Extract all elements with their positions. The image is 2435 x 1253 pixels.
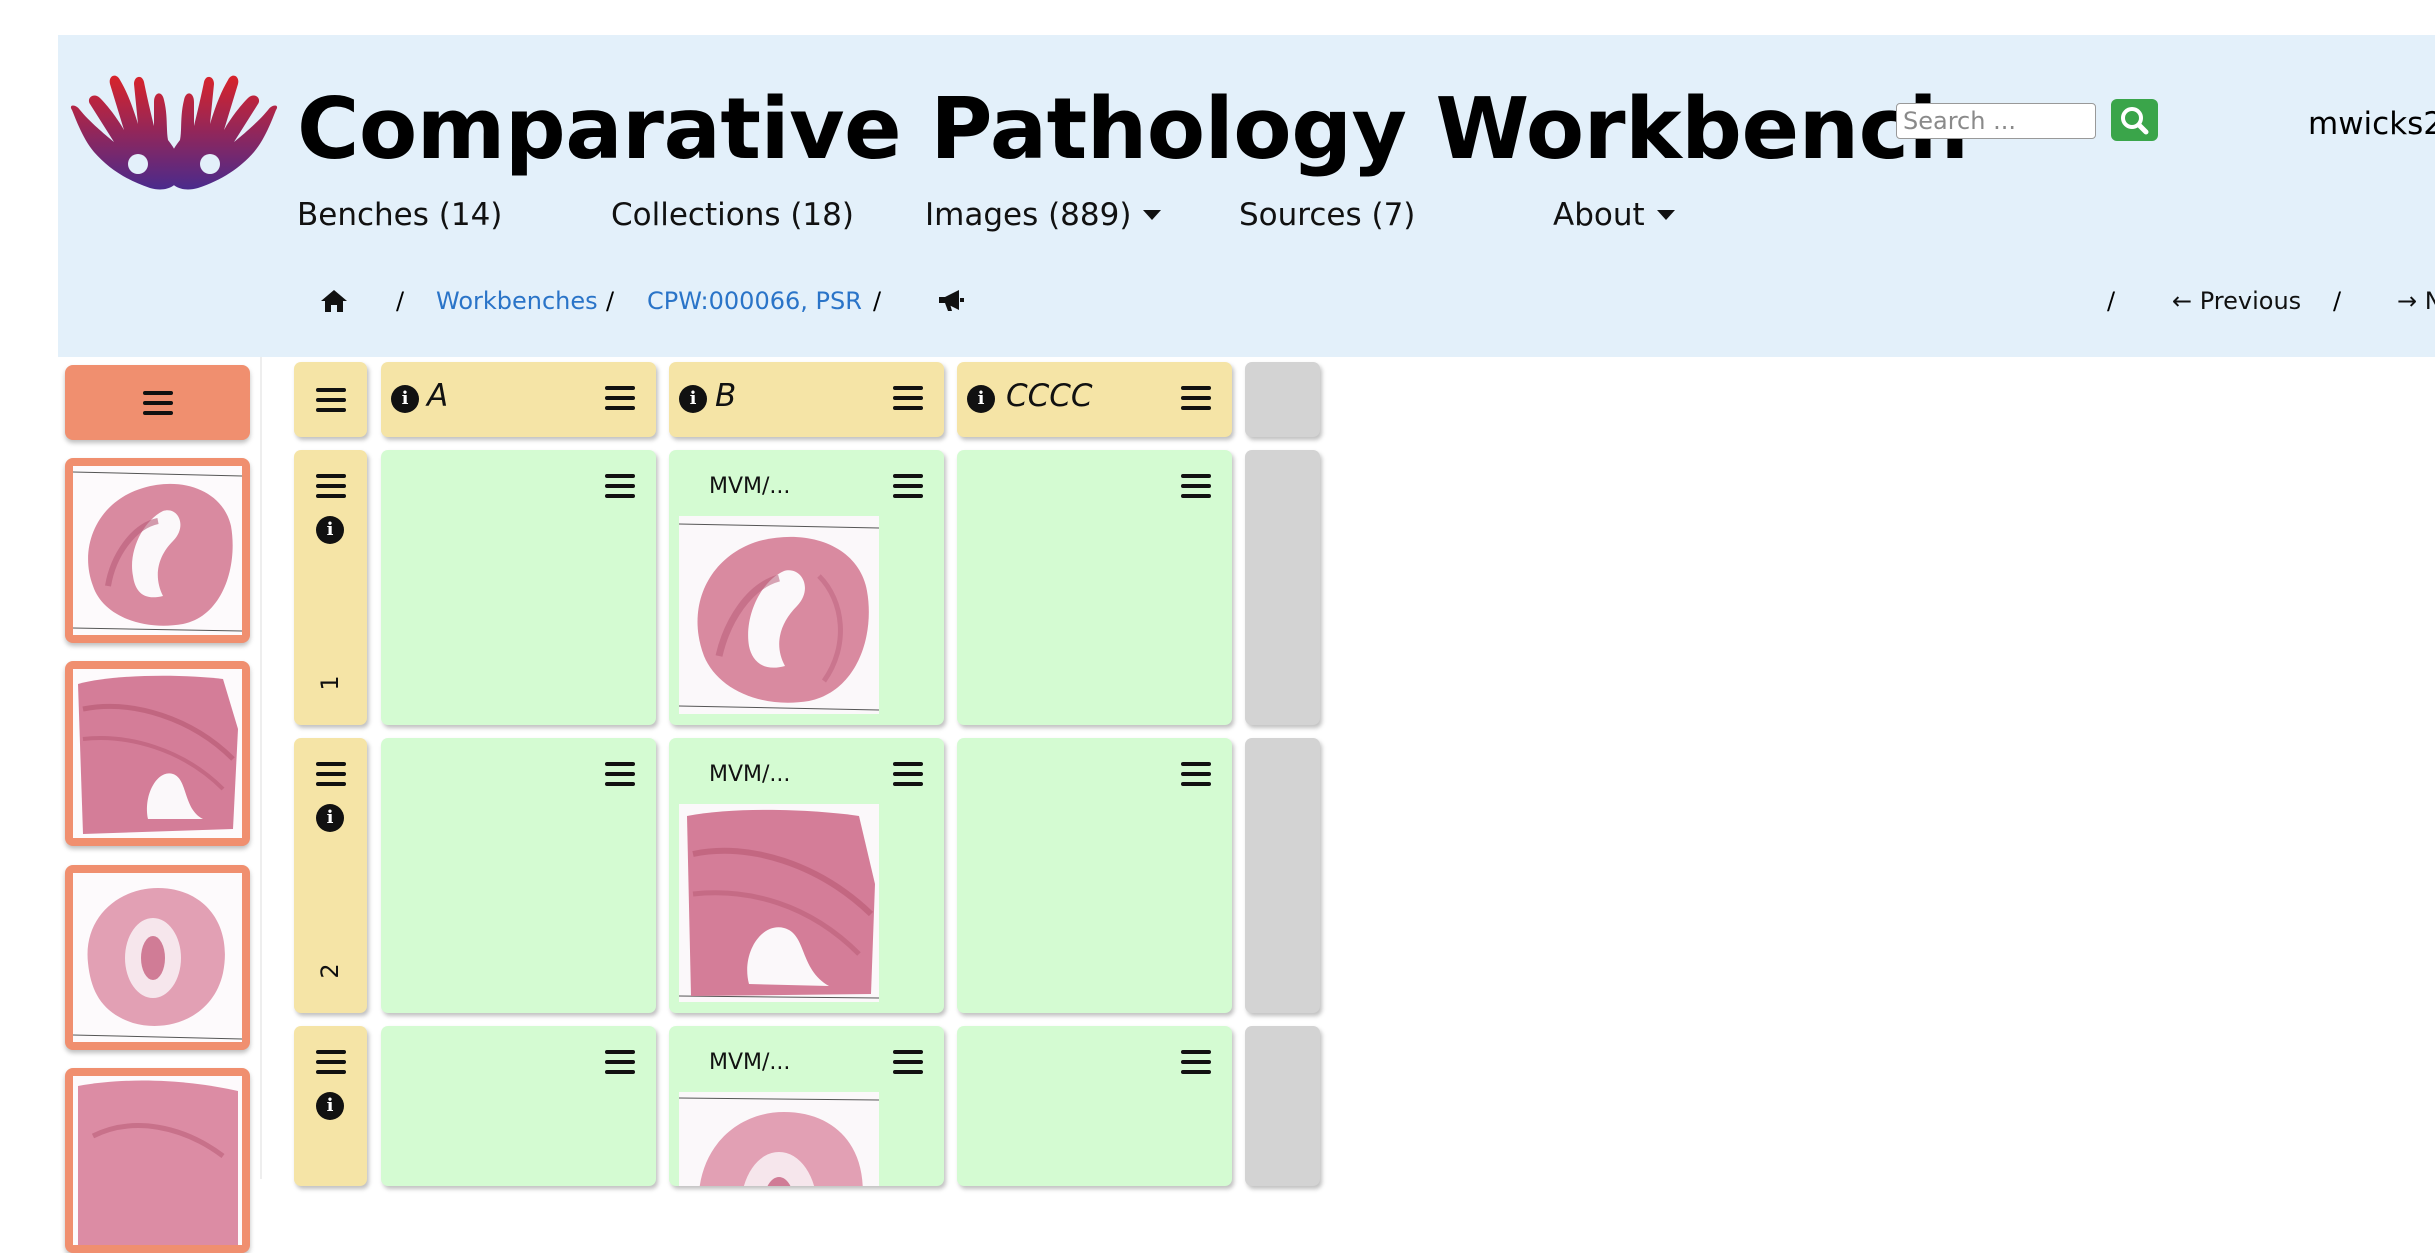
menu-icon[interactable] [893, 474, 923, 498]
row-header-cell[interactable]: i [294, 1026, 367, 1186]
nav-images[interactable]: Images (889) [925, 197, 1162, 233]
add-column-cell[interactable] [1245, 738, 1320, 1013]
grid-cell-empty[interactable] [957, 1026, 1232, 1186]
column-header-cell[interactable]: i B [669, 362, 944, 437]
menu-icon[interactable] [1181, 1050, 1211, 1074]
column-header-cell[interactable]: i CCCC [957, 362, 1232, 437]
row-label: 1 [316, 675, 344, 691]
menu-icon[interactable] [1181, 386, 1211, 410]
home-icon[interactable] [320, 288, 348, 314]
sidebar-thumbnail[interactable] [65, 1068, 250, 1253]
info-icon[interactable]: i [316, 516, 344, 544]
grid-cell-empty[interactable] [957, 450, 1232, 725]
sidebar-thumbnail[interactable] [65, 661, 250, 846]
breadcrumb-separator: / [873, 287, 882, 315]
sidebar-menu-header[interactable] [65, 365, 250, 440]
column-label: A [427, 378, 449, 414]
add-column-cell[interactable] [1245, 450, 1320, 725]
bullhorn-icon[interactable] [937, 289, 965, 313]
grid-corner-cell[interactable] [294, 362, 367, 437]
app-title[interactable]: Comparative Pathology Workbench [297, 80, 1969, 180]
logo-hands-icon[interactable] [64, 70, 284, 202]
tissue-image[interactable] [679, 1092, 879, 1186]
menu-icon[interactable] [316, 474, 346, 498]
tissue-slide-image [679, 809, 879, 999]
breadcrumb-separator: / [606, 287, 615, 315]
row-header-cell[interactable]: i 1 [294, 450, 367, 725]
previous-link[interactable]: ← Previous [2172, 287, 2301, 315]
next-link[interactable]: → N [2397, 287, 2435, 315]
tissue-slide-image [679, 523, 879, 711]
breadcrumb-bench[interactable]: CPW:000066, PSR [647, 287, 862, 315]
search-button[interactable] [2111, 99, 2158, 141]
breadcrumb-separator: / [2107, 287, 2116, 315]
breadcrumb-separator: / [396, 287, 405, 315]
grid-cell-image[interactable]: MVM/... [669, 738, 944, 1013]
info-icon[interactable]: i [679, 385, 707, 413]
nav-benches[interactable]: Benches (14) [297, 197, 502, 233]
tissue-thumbnail-image [78, 1080, 238, 1245]
menu-icon[interactable] [316, 1050, 346, 1074]
row-header-cell[interactable]: i 2 [294, 738, 367, 1013]
nav-sources[interactable]: Sources (7) [1239, 197, 1415, 233]
add-column-cell[interactable] [1245, 362, 1320, 437]
menu-icon[interactable] [605, 386, 635, 410]
grid-cell-empty[interactable] [381, 1026, 656, 1186]
nav-collections[interactable]: Collections (18) [611, 197, 854, 233]
menu-icon[interactable] [893, 762, 923, 786]
image-title[interactable]: MVM/... [709, 474, 790, 499]
sidebar-divider [260, 357, 262, 1179]
grid-cell-empty[interactable] [381, 450, 656, 725]
menu-icon[interactable] [316, 388, 346, 412]
info-icon[interactable]: i [316, 1092, 344, 1120]
info-icon[interactable]: i [967, 385, 995, 413]
tissue-image[interactable] [679, 516, 879, 714]
tissue-thumbnail-image [72, 471, 243, 632]
tissue-thumbnail-image [72, 888, 243, 1040]
grid-cell-image[interactable]: MVM/... [669, 1026, 944, 1186]
grid-cell-empty[interactable] [381, 738, 656, 1013]
user-menu[interactable]: mwicks2 [2308, 106, 2435, 142]
caret-down-icon [1656, 209, 1675, 220]
menu-icon[interactable] [143, 391, 173, 415]
image-title[interactable]: MVM/... [709, 762, 790, 787]
nav-about[interactable]: About [1553, 197, 1675, 233]
menu-icon[interactable] [1181, 762, 1211, 786]
tissue-slide-image [679, 1097, 879, 1186]
menu-icon[interactable] [893, 1050, 923, 1074]
image-title[interactable]: MVM/... [709, 1050, 790, 1075]
tissue-thumbnail-image [78, 675, 238, 834]
sidebar-thumbnail[interactable] [65, 458, 250, 643]
grid-cell-image[interactable]: MVM/... [669, 450, 944, 725]
caret-down-icon [1143, 209, 1162, 220]
row-label: 2 [316, 963, 344, 979]
breadcrumb-workbenches[interactable]: Workbenches [436, 287, 598, 315]
menu-icon[interactable] [1181, 474, 1211, 498]
menu-icon[interactable] [316, 762, 346, 786]
menu-icon[interactable] [605, 1050, 635, 1074]
sidebar-thumbnail[interactable] [65, 865, 250, 1050]
menu-icon[interactable] [605, 474, 635, 498]
breadcrumb-separator: / [2333, 287, 2342, 315]
column-header-cell[interactable]: i A [381, 362, 656, 437]
menu-icon[interactable] [893, 386, 923, 410]
add-column-cell[interactable] [1245, 1026, 1320, 1186]
tissue-image[interactable] [679, 804, 879, 1002]
search-input[interactable] [1896, 103, 2096, 139]
column-label: B [715, 378, 737, 414]
column-label: CCCC [1006, 378, 1093, 414]
grid-cell-empty[interactable] [957, 738, 1232, 1013]
nav-images-label: Images (889) [925, 197, 1132, 233]
info-icon[interactable]: i [316, 804, 344, 832]
info-icon[interactable]: i [391, 385, 419, 413]
menu-icon[interactable] [605, 762, 635, 786]
search-icon [2121, 107, 2149, 135]
nav-about-label: About [1553, 197, 1645, 233]
